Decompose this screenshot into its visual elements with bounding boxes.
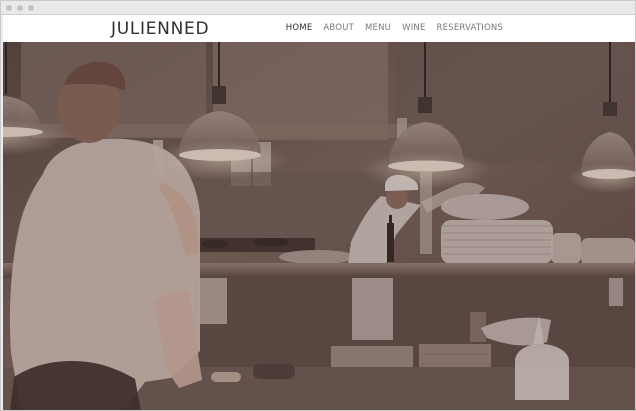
warm-overlay [3, 42, 635, 410]
minimize-dot[interactable] [17, 5, 23, 11]
hero-image [3, 42, 635, 410]
brand-logo[interactable]: JULIENNED [111, 17, 209, 41]
nav-menu[interactable]: MENU [365, 22, 391, 34]
site-header: JULIENNED HOME ABOUT MENU WINE RESERVATI… [3, 15, 635, 42]
nav-reservations[interactable]: RESERVATIONS [437, 22, 503, 34]
window-titlebar [1, 1, 635, 15]
nav-home[interactable]: HOME [286, 22, 313, 34]
main-nav: HOME ABOUT MENU WINE RESERVATIONS [286, 22, 503, 34]
browser-window: JULIENNED HOME ABOUT MENU WINE RESERVATI… [0, 0, 636, 411]
nav-about[interactable]: ABOUT [323, 22, 354, 34]
close-dot[interactable] [6, 5, 12, 11]
hero-kitchen-illustration [3, 42, 635, 410]
zoom-dot[interactable] [28, 5, 34, 11]
nav-wine[interactable]: WINE [402, 22, 425, 34]
